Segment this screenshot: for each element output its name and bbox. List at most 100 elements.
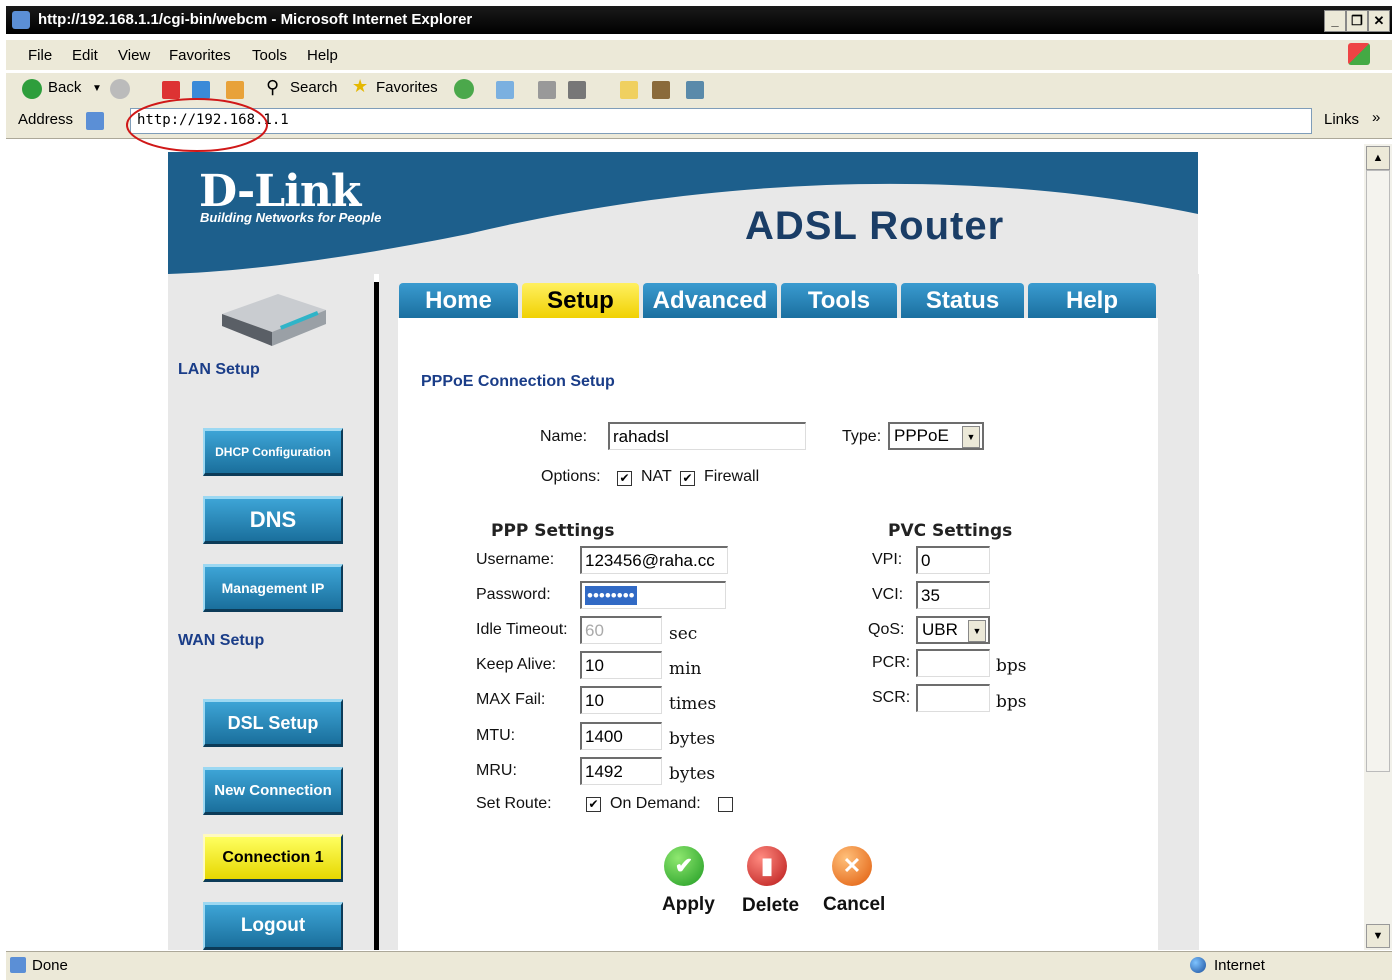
pcr-input[interactable]	[916, 649, 990, 677]
minimize-button[interactable]: _	[1324, 10, 1346, 32]
max-fail-input[interactable]: 10	[580, 686, 662, 714]
password-label: Password:	[476, 586, 551, 603]
apply-check-icon[interactable]: ✔	[664, 846, 704, 886]
name-input[interactable]: rahadsl	[608, 422, 806, 450]
pcr-unit: bps	[996, 656, 1027, 676]
delete-trash-icon[interactable]: ▮	[747, 846, 787, 886]
type-label: Type:	[842, 428, 882, 445]
discuss-icon[interactable]	[620, 81, 638, 99]
sidebar-item-new-connection[interactable]: New Connection	[203, 767, 343, 815]
name-label: Name:	[540, 428, 588, 445]
idle-timeout-input[interactable]: 60	[580, 616, 662, 644]
menu-tools[interactable]: Tools	[252, 47, 287, 64]
qos-value: UBR	[922, 620, 958, 639]
cancel-button[interactable]: Cancel	[823, 894, 885, 916]
mtu-unit: bytes	[669, 729, 716, 749]
sidebar-item-management-ip[interactable]: Management IP	[203, 564, 343, 612]
qos-dropdown-icon[interactable]: ▼	[968, 620, 986, 642]
tab-setup[interactable]: Setup	[522, 283, 639, 319]
window-title: http://192.168.1.1/cgi-bin/webcm - Micro…	[38, 11, 473, 28]
keep-alive-unit: min	[669, 659, 702, 679]
tab-tools[interactable]: Tools	[781, 283, 897, 319]
firewall-label: Firewall	[704, 468, 760, 485]
qos-label: QoS:	[868, 621, 905, 638]
wan-setup-title: WAN Setup	[178, 632, 265, 649]
nat-checkbox[interactable]: ✔	[617, 471, 632, 486]
menu-bar: File Edit View Favorites Tools Help	[6, 40, 1392, 70]
set-route-checkbox[interactable]: ✔	[586, 797, 601, 812]
menu-favorites[interactable]: Favorites	[169, 47, 231, 64]
mail-icon[interactable]	[496, 81, 514, 99]
history-icon[interactable]	[454, 79, 474, 99]
lan-setup-title: LAN Setup	[178, 361, 260, 378]
scr-input[interactable]	[916, 684, 990, 712]
page-icon	[86, 112, 104, 130]
vertical-scrollbar[interactable]: ▲ ▼	[1364, 144, 1392, 950]
cancel-x-icon[interactable]: ✕	[832, 846, 872, 886]
menu-view[interactable]: View	[118, 47, 150, 64]
vci-label: VCI:	[872, 586, 904, 603]
type-dropdown-icon[interactable]: ▼	[962, 426, 980, 448]
menu-edit[interactable]: Edit	[72, 47, 98, 64]
vci-input[interactable]: 35	[916, 581, 990, 609]
status-text: Done	[32, 957, 68, 974]
messenger-icon[interactable]	[686, 81, 704, 99]
tab-help[interactable]: Help	[1028, 283, 1156, 319]
mru-input[interactable]: 1492	[580, 757, 662, 785]
mtu-label: MTU:	[476, 727, 516, 744]
links-chevron-icon[interactable]: »	[1372, 109, 1380, 126]
edit-icon[interactable]	[568, 81, 586, 99]
mru-label: MRU:	[476, 762, 517, 779]
search-button[interactable]: Search	[290, 79, 338, 96]
keep-alive-input[interactable]: 10	[580, 651, 662, 679]
close-button[interactable]: ✕	[1368, 10, 1390, 32]
qos-select[interactable]: UBR ▼	[916, 616, 990, 644]
research-icon[interactable]	[652, 81, 670, 99]
ie-page-icon	[12, 11, 30, 29]
idle-timeout-label: Idle Timeout:	[476, 621, 568, 638]
url-highlight-ellipse	[126, 98, 268, 152]
sidebar-item-dhcp[interactable]: DHCP Configuration	[203, 428, 343, 476]
apply-button[interactable]: Apply	[662, 894, 715, 916]
on-demand-checkbox[interactable]	[718, 797, 733, 812]
vpi-input[interactable]: 0	[916, 546, 990, 574]
tab-home[interactable]: Home	[399, 283, 518, 319]
firewall-checkbox[interactable]: ✔	[680, 471, 695, 486]
form-heading: PPPoE Connection Setup	[421, 373, 615, 390]
address-label: Address	[18, 111, 74, 128]
search-icon[interactable]: ⚲	[266, 77, 279, 98]
tab-advanced[interactable]: Advanced	[643, 283, 777, 319]
type-select[interactable]: PPPoE ▼	[888, 422, 984, 450]
on-demand-label: On Demand:	[610, 795, 701, 812]
favorites-star-icon[interactable]: ★	[352, 76, 368, 97]
delete-button[interactable]: Delete	[742, 895, 799, 917]
options-label: Options:	[541, 468, 601, 485]
menu-file[interactable]: File	[28, 47, 52, 64]
back-button[interactable]: Back	[48, 79, 81, 96]
sidebar-item-connection-1[interactable]: Connection 1	[203, 834, 343, 882]
product-title: ADSL Router	[745, 204, 1005, 248]
max-fail-unit: times	[669, 694, 717, 714]
scroll-down-icon[interactable]: ▼	[1366, 924, 1390, 948]
windows-logo-icon	[1348, 43, 1370, 65]
back-arrow-icon[interactable]	[22, 79, 42, 99]
pvc-settings-title: PVC Settings	[888, 521, 1013, 541]
sidebar-item-dns[interactable]: DNS	[203, 496, 343, 544]
print-icon[interactable]	[538, 81, 556, 99]
address-input[interactable]: http://192.168.1.1 ▼	[130, 108, 1312, 134]
username-input[interactable]: 123456@raha.cc	[580, 546, 728, 574]
menu-help[interactable]: Help	[307, 47, 338, 64]
tab-status[interactable]: Status	[901, 283, 1024, 319]
mtu-input[interactable]: 1400	[580, 722, 662, 750]
pcr-label: PCR:	[872, 654, 911, 671]
username-label: Username:	[476, 551, 555, 568]
scroll-thumb[interactable]	[1366, 170, 1390, 772]
back-dropdown-icon[interactable]: ▼	[92, 83, 102, 94]
maximize-button[interactable]: ❐	[1346, 10, 1368, 32]
scroll-up-icon[interactable]: ▲	[1366, 146, 1390, 170]
links-button[interactable]: Links	[1324, 111, 1359, 128]
sidebar-item-logout[interactable]: Logout	[203, 902, 343, 950]
sidebar-item-dsl-setup[interactable]: DSL Setup	[203, 699, 343, 747]
favorites-button[interactable]: Favorites	[376, 79, 438, 96]
password-input[interactable]: ••••••••	[580, 581, 726, 609]
